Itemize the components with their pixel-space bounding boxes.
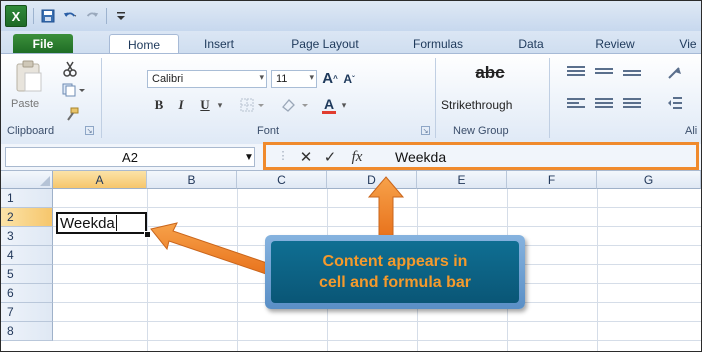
callout-line-2: cell and formula bar <box>318 274 472 291</box>
callout-line-1: Content appears in <box>322 253 468 270</box>
arrow-to-cell <box>150 222 274 276</box>
arrow-up-to-formula-bar <box>367 176 405 238</box>
callout-inner: Content appears in cell and formula bar <box>271 241 519 303</box>
excel-window: X File Home Insert Page Layout Formulas … <box>0 0 702 352</box>
callout-box: Content appears in cell and formula bar <box>265 235 525 309</box>
